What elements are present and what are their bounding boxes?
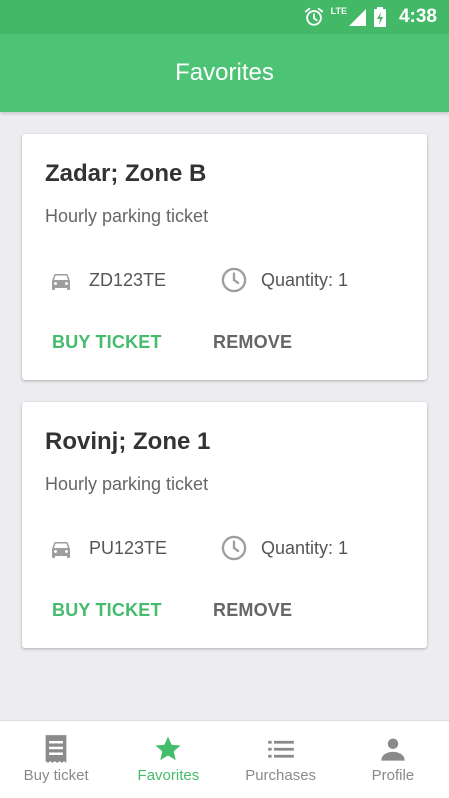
ticket-quantity: Quantity: 1 [261, 270, 349, 290]
nav-item-profile[interactable]: Profile [337, 721, 449, 798]
status-time: 4:38 [398, 6, 437, 27]
network-type-label: LTE [330, 6, 347, 16]
nav-label: Profile [371, 767, 415, 784]
nav-label: Favorites [137, 767, 200, 784]
nav-item-buy-ticket[interactable]: Buy ticket [0, 721, 112, 798]
favorite-card: Zadar; Zone B Hourly parking ticket ZD12… [22, 134, 427, 380]
bottom-navigation: Buy ticket Favorites Purchases Profile [0, 720, 449, 798]
signal-icon [348, 9, 366, 26]
clock-icon [221, 267, 247, 293]
list-icon [266, 734, 296, 764]
nav-item-favorites[interactable]: Favorites [112, 721, 224, 798]
alarm-icon [304, 7, 323, 26]
license-plate: ZD123TE [89, 270, 167, 290]
buy-ticket-button[interactable]: BUY TICKET [52, 600, 162, 621]
star-icon [153, 734, 183, 764]
favorite-title: Rovinj; Zone 1 [45, 428, 211, 455]
clock-icon [221, 535, 247, 561]
favorite-subtitle: Hourly parking ticket [45, 206, 209, 226]
favorite-title: Zadar; Zone B [45, 160, 207, 187]
nav-label: Buy ticket [23, 767, 89, 784]
nav-label: Purchases [245, 767, 317, 784]
nav-item-purchases[interactable]: Purchases [225, 721, 337, 798]
remove-button[interactable]: REMOVE [213, 332, 292, 353]
car-icon [52, 274, 70, 290]
person-icon [378, 734, 408, 764]
buy-ticket-button[interactable]: BUY TICKET [52, 332, 162, 353]
app-bar: Favorites [0, 34, 449, 112]
favorite-details: ZD123TE Quantity: 1 [45, 266, 415, 296]
favorite-subtitle: Hourly parking ticket [45, 474, 209, 494]
ticket-icon [41, 734, 71, 764]
page-title: Favorites [175, 59, 274, 86]
remove-button[interactable]: REMOVE [213, 600, 292, 621]
favorite-details: PU123TE Quantity: 1 [45, 534, 415, 564]
license-plate: PU123TE [89, 538, 168, 558]
ticket-quantity: Quantity: 1 [261, 538, 349, 558]
car-icon [52, 542, 70, 558]
status-bar: LTE 4:38 [0, 0, 449, 34]
battery-charging-icon [373, 7, 386, 27]
favorite-card: Rovinj; Zone 1 Hourly parking ticket PU1… [22, 402, 427, 648]
